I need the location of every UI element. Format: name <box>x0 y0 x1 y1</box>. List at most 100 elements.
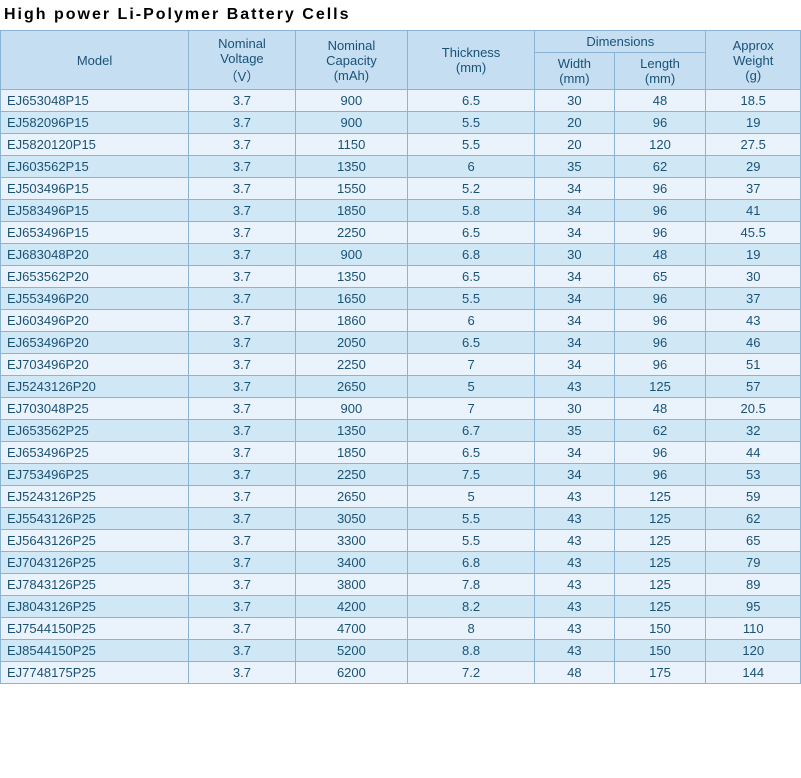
cell-width: 34 <box>535 200 615 222</box>
cell-capacity: 1850 <box>295 442 407 464</box>
table-row: EJ653496P153.722506.5349645.5 <box>1 222 801 244</box>
cell-voltage: 3.7 <box>189 640 296 662</box>
cell-model: EJ703496P20 <box>1 354 189 376</box>
cell-capacity: 900 <box>295 112 407 134</box>
cell-thickness: 7.5 <box>407 464 534 486</box>
cell-capacity: 2250 <box>295 222 407 244</box>
cell-thickness: 5.5 <box>407 508 534 530</box>
cell-weight: 29 <box>706 156 801 178</box>
cell-thickness: 6.7 <box>407 420 534 442</box>
cell-voltage: 3.7 <box>189 376 296 398</box>
cell-width: 34 <box>535 354 615 376</box>
cell-thickness: 5 <box>407 486 534 508</box>
cell-weight: 89 <box>706 574 801 596</box>
cell-width: 43 <box>535 618 615 640</box>
cell-model: EJ653048P15 <box>1 90 189 112</box>
cell-voltage: 3.7 <box>189 310 296 332</box>
cell-voltage: 3.7 <box>189 266 296 288</box>
table-row: EJ653496P253.718506.5349644 <box>1 442 801 464</box>
cell-voltage: 3.7 <box>189 442 296 464</box>
col-header-width: Width (mm) <box>535 53 615 90</box>
cell-model: EJ5243126P20 <box>1 376 189 398</box>
cell-thickness: 6.8 <box>407 552 534 574</box>
cell-voltage: 3.7 <box>189 574 296 596</box>
cell-voltage: 3.7 <box>189 464 296 486</box>
cell-width: 30 <box>535 398 615 420</box>
col-header-voltage: Nominal Voltage （V） <box>189 31 296 90</box>
table-row: EJ653048P153.79006.5304818.5 <box>1 90 801 112</box>
cell-width: 43 <box>535 596 615 618</box>
cell-capacity: 900 <box>295 244 407 266</box>
cell-capacity: 1550 <box>295 178 407 200</box>
cell-length: 96 <box>614 354 706 376</box>
cell-voltage: 3.7 <box>189 288 296 310</box>
cell-weight: 79 <box>706 552 801 574</box>
table-row: EJ703496P203.722507349651 <box>1 354 801 376</box>
table-row: EJ7043126P253.734006.84312579 <box>1 552 801 574</box>
cell-weight: 37 <box>706 288 801 310</box>
cell-thickness: 6 <box>407 156 534 178</box>
cell-capacity: 2250 <box>295 354 407 376</box>
cell-capacity: 6200 <box>295 662 407 684</box>
cell-width: 34 <box>535 178 615 200</box>
cell-capacity: 1850 <box>295 200 407 222</box>
cell-model: EJ5243126P25 <box>1 486 189 508</box>
cell-voltage: 3.7 <box>189 178 296 200</box>
cell-weight: 65 <box>706 530 801 552</box>
cell-model: EJ553496P20 <box>1 288 189 310</box>
cell-length: 65 <box>614 266 706 288</box>
table-row: EJ603496P203.718606349643 <box>1 310 801 332</box>
cell-width: 20 <box>535 112 615 134</box>
cell-capacity: 900 <box>295 398 407 420</box>
cell-weight: 120 <box>706 640 801 662</box>
table-row: EJ8544150P253.752008.843150120 <box>1 640 801 662</box>
table-row: EJ503496P153.715505.2349637 <box>1 178 801 200</box>
cell-thickness: 5.5 <box>407 530 534 552</box>
cell-model: EJ653562P25 <box>1 420 189 442</box>
cell-weight: 37 <box>706 178 801 200</box>
cell-capacity: 1150 <box>295 134 407 156</box>
cell-thickness: 6.8 <box>407 244 534 266</box>
cell-voltage: 3.7 <box>189 244 296 266</box>
cell-length: 96 <box>614 288 706 310</box>
cell-length: 125 <box>614 486 706 508</box>
battery-table: Model Nominal Voltage （V） Nominal Capaci… <box>0 30 801 684</box>
table-row: EJ7544150P253.74700843150110 <box>1 618 801 640</box>
cell-model: EJ8544150P25 <box>1 640 189 662</box>
cell-weight: 18.5 <box>706 90 801 112</box>
cell-voltage: 3.7 <box>189 90 296 112</box>
cell-voltage: 3.7 <box>189 486 296 508</box>
cell-length: 175 <box>614 662 706 684</box>
cell-capacity: 2650 <box>295 376 407 398</box>
cell-capacity: 1650 <box>295 288 407 310</box>
table-row: EJ653562P203.713506.5346530 <box>1 266 801 288</box>
cell-width: 30 <box>535 90 615 112</box>
table-row: EJ553496P203.716505.5349637 <box>1 288 801 310</box>
cell-voltage: 3.7 <box>189 596 296 618</box>
cell-capacity: 3300 <box>295 530 407 552</box>
cell-voltage: 3.7 <box>189 552 296 574</box>
cell-length: 96 <box>614 200 706 222</box>
cell-weight: 62 <box>706 508 801 530</box>
cell-model: EJ753496P25 <box>1 464 189 486</box>
cell-voltage: 3.7 <box>189 508 296 530</box>
cell-length: 62 <box>614 420 706 442</box>
cell-voltage: 3.7 <box>189 200 296 222</box>
cell-length: 62 <box>614 156 706 178</box>
cell-voltage: 3.7 <box>189 398 296 420</box>
cell-length: 125 <box>614 574 706 596</box>
cell-weight: 110 <box>706 618 801 640</box>
cell-voltage: 3.7 <box>189 618 296 640</box>
col-header-dimensions: Dimensions <box>535 31 706 53</box>
cell-thickness: 6.5 <box>407 222 534 244</box>
cell-model: EJ653562P20 <box>1 266 189 288</box>
col-header-weight: Approx Weight (g) <box>706 31 801 90</box>
cell-thickness: 6.5 <box>407 442 534 464</box>
cell-thickness: 6 <box>407 310 534 332</box>
cell-model: EJ653496P15 <box>1 222 189 244</box>
cell-model: EJ5543126P25 <box>1 508 189 530</box>
table-row: EJ653496P203.720506.5349646 <box>1 332 801 354</box>
cell-thickness: 7 <box>407 354 534 376</box>
cell-model: EJ7748175P25 <box>1 662 189 684</box>
cell-length: 96 <box>614 178 706 200</box>
